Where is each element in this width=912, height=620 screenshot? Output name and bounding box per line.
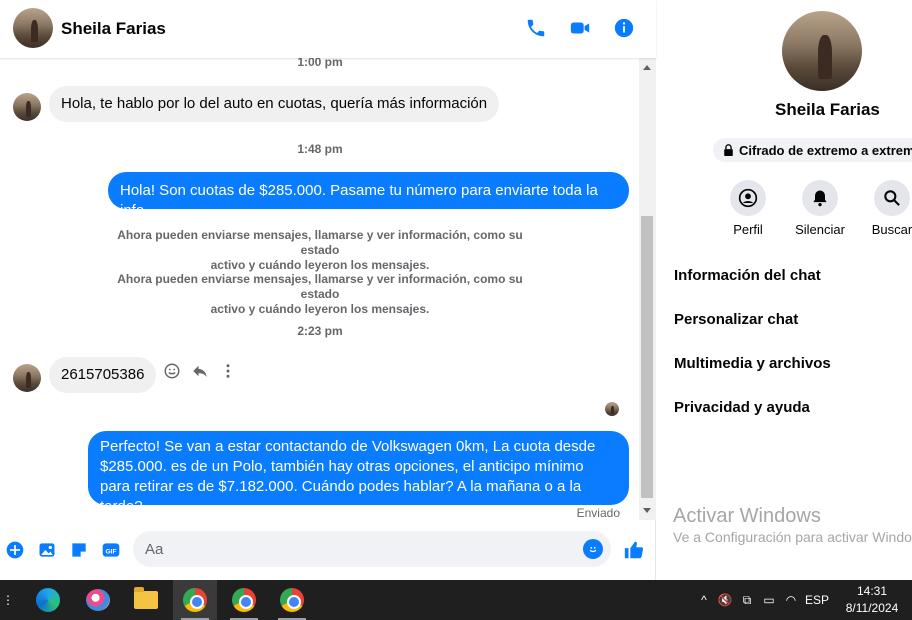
system-notice-line: activo y cuándo leyeron los mensajes.: [210, 258, 430, 272]
sticker-icon[interactable]: [69, 540, 89, 560]
plus-icon[interactable]: [5, 540, 25, 560]
system-notice-line: Ahora pueden enviarse mensajes, llamarse…: [117, 272, 523, 301]
gallery-icon[interactable]: [37, 540, 57, 560]
chrome-icon: [280, 588, 304, 612]
contact-avatar[interactable]: [13, 8, 53, 48]
taskbar-file-explorer[interactable]: [124, 580, 168, 620]
profile-icon[interactable]: [730, 180, 766, 216]
bell-icon[interactable]: [802, 180, 838, 216]
incoming-message[interactable]: Hola, te hablo por lo del auto en cuotas…: [49, 86, 500, 122]
scroll-down-arrow[interactable]: [643, 508, 651, 513]
chrome-icon: [183, 588, 207, 612]
message-status: Enviado: [576, 506, 620, 520]
scroll-thumb[interactable]: [641, 216, 653, 498]
clock-time: 14:31: [856, 584, 888, 598]
composer: GIF Aa: [0, 528, 656, 572]
menu-privacy-help[interactable]: Privacidad y ayuda: [674, 399, 810, 416]
taskbar-chrome-2[interactable]: [222, 580, 266, 620]
incoming-message[interactable]: 2615705386: [49, 357, 157, 393]
taskbar-paint[interactable]: [76, 580, 120, 620]
message-input-placeholder: Aa: [145, 540, 164, 558]
mute-action[interactable]: Silenciar: [780, 180, 860, 237]
clock-date: 8/11/2024: [845, 601, 899, 615]
language-indicator[interactable]: ESP: [802, 593, 832, 607]
activation-watermark-title: Activar Windows: [673, 505, 821, 527]
info-icon[interactable]: [612, 16, 636, 40]
search-action-label: Buscar: [871, 222, 912, 237]
outgoing-message[interactable]: Hola! Son cuotas de $285.000. Pasame tu …: [108, 172, 629, 219]
emoji-react-icon[interactable]: [163, 362, 181, 380]
chat-header: Sheila Farias: [0, 0, 656, 58]
timestamp: 1:00 pm: [297, 58, 343, 69]
menu-chat-info[interactable]: Información del chat: [674, 267, 821, 284]
mute-action-label: Silenciar: [795, 222, 845, 237]
device-icon[interactable]: ⧉: [736, 593, 758, 608]
e2e-badge[interactable]: Cifrado de extremo a extremo: [713, 138, 912, 162]
edge-icon: [36, 588, 60, 612]
phone-icon[interactable]: [524, 16, 548, 40]
video-call-icon[interactable]: [568, 16, 592, 40]
activation-watermark-subtitle: Ve a Configuración para activar Windows.: [673, 529, 912, 545]
gif-icon[interactable]: GIF: [101, 540, 121, 560]
search-action[interactable]: Buscar: [852, 180, 912, 237]
paint-icon: [86, 589, 110, 611]
taskbar-edge[interactable]: [26, 580, 70, 620]
profile-avatar[interactable]: [782, 11, 862, 91]
like-icon[interactable]: [622, 538, 646, 562]
reply-icon[interactable]: [191, 362, 209, 380]
more-options-icon[interactable]: [219, 362, 237, 380]
menu-customize-chat[interactable]: Personalizar chat: [674, 311, 798, 328]
search-icon[interactable]: [874, 180, 910, 216]
system-notice-line: activo y cuándo leyeron los mensajes.: [210, 302, 430, 316]
sender-avatar[interactable]: [13, 93, 41, 121]
messenger-app: Sheila Farias 1:00 pm Hola, te hablo por…: [0, 0, 912, 580]
profile-name: Sheila Farias: [775, 100, 880, 119]
taskbar: ⋮ ^ 🔇 ⧉ ▭ ◠ ESP 14:31 8/11/2024: [0, 580, 912, 620]
system-notice: Ahora pueden enviarse mensajes, llamarse…: [100, 228, 540, 273]
taskbar-chrome-1[interactable]: [173, 580, 217, 620]
chat-scrollbar[interactable]: [639, 58, 656, 520]
clock[interactable]: 14:31 8/11/2024: [840, 583, 904, 617]
seen-indicator-avatar: [605, 402, 619, 416]
e2e-label: Cifrado de extremo a extremo: [739, 142, 912, 158]
lock-icon: [724, 144, 733, 156]
system-notice: Ahora pueden enviarse mensajes, llamarse…: [100, 272, 540, 317]
scroll-up-arrow[interactable]: [643, 65, 651, 70]
taskbar-chrome-3[interactable]: [270, 580, 314, 620]
message-list[interactable]: 1:00 pm Hola, te hablo por lo del auto e…: [0, 58, 640, 525]
chrome-icon: [232, 588, 256, 612]
battery-icon[interactable]: ▭: [758, 593, 780, 607]
system-notice-line: Ahora pueden enviarse mensajes, llamarse…: [117, 228, 523, 257]
folder-icon: [134, 587, 158, 609]
message-input[interactable]: Aa: [133, 531, 611, 567]
menu-media-files[interactable]: Multimedia y archivos: [674, 355, 831, 372]
wifi-icon[interactable]: ◠: [780, 593, 802, 607]
sender-avatar[interactable]: [13, 364, 41, 392]
timestamp: 2:23 pm: [297, 324, 343, 338]
chat-info-pane: Sheila Farias Cifrado de extremo a extre…: [657, 0, 912, 580]
system-tray: ^ 🔇 ⧉ ▭ ◠ ESP: [694, 580, 832, 620]
message-actions: [163, 362, 237, 380]
svg-text:GIF: GIF: [105, 548, 116, 555]
profile-action-label: Perfil: [733, 222, 763, 237]
timestamp: 1:48 pm: [297, 142, 343, 156]
chevron-up-icon[interactable]: ^: [694, 593, 714, 607]
taskbar-handle-icon[interactable]: ⋮: [2, 593, 14, 607]
outgoing-message[interactable]: Perfecto! Se van a estar contactando de …: [88, 431, 629, 515]
contact-name[interactable]: Sheila Farias: [61, 19, 166, 39]
chat-pane: Sheila Farias 1:00 pm Hola, te hablo por…: [0, 0, 656, 580]
volume-muted-icon[interactable]: 🔇: [714, 593, 736, 607]
profile-action[interactable]: Perfil: [708, 180, 788, 237]
emoji-icon[interactable]: [583, 539, 603, 559]
